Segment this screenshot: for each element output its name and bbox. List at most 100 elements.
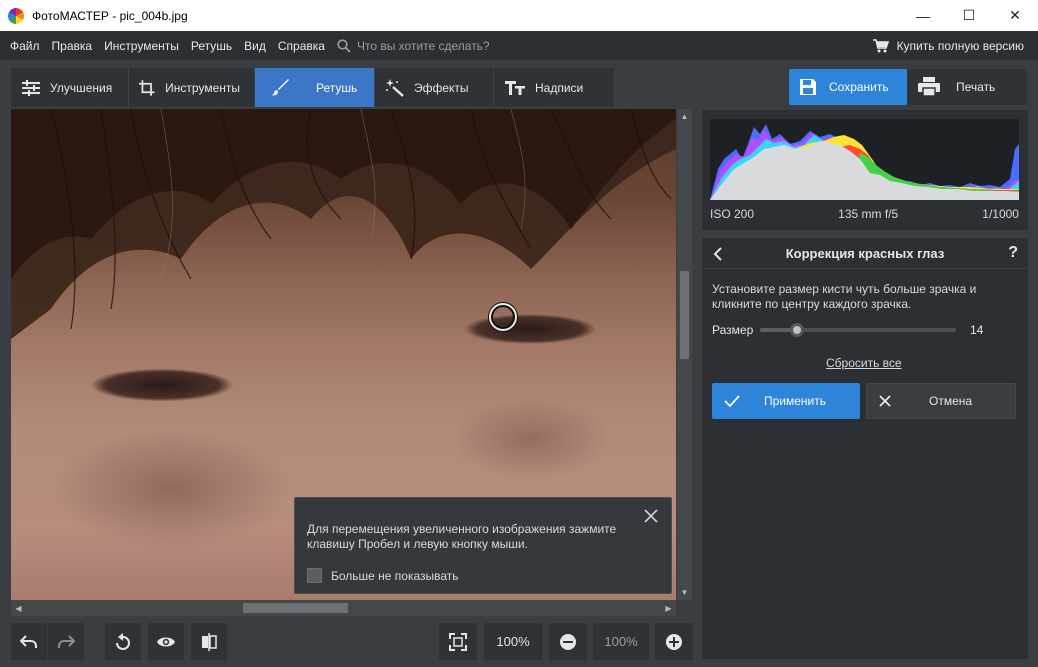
horizontal-scroll-thumb[interactable] [243, 603, 348, 613]
undo-icon [20, 634, 37, 648]
shutter-value: 1/1000 [982, 207, 1019, 221]
horizontal-scrollbar[interactable]: ◀ ▶ [11, 600, 676, 616]
title-bar: ФотоМАСТЕР - pic_004b.jpg — ☐ ✕ [0, 0, 1038, 31]
close-icon [879, 395, 891, 407]
scroll-left-icon[interactable]: ◀ [11, 600, 26, 616]
main-tabs: Улучшения Инструменты Ретушь Эффекты Над… [11, 68, 615, 107]
compare-button[interactable] [191, 623, 227, 660]
search-placeholder: Что вы хотите сделать? [356, 38, 490, 53]
tab-enhancements[interactable]: Улучшения [11, 68, 129, 107]
tab-tools[interactable]: Инструменты [129, 68, 255, 107]
vertical-scrollbar[interactable]: ▲ ▼ [677, 109, 692, 600]
vertical-scroll-thumb[interactable] [680, 271, 689, 359]
histogram-graph [710, 119, 1019, 200]
iso-value: ISO 200 [710, 207, 755, 221]
hint-text: Для перемещения увеличенного изображения… [307, 522, 617, 551]
tab-retouch[interactable]: Ретушь [255, 68, 375, 107]
menu-file[interactable]: Файл [4, 39, 46, 53]
brush-cursor [489, 303, 517, 331]
search-icon [337, 38, 351, 53]
exif-info: ISO 200 135 mm f/5 1/1000 [710, 207, 1019, 221]
buy-full-version-link[interactable]: Купить полную версию [872, 31, 1024, 60]
dont-show-again-checkbox[interactable]: Больше не показывать [307, 568, 459, 583]
size-label: Размер [712, 323, 754, 337]
crop-icon [139, 79, 155, 96]
redo-icon [58, 634, 75, 648]
menu-help[interactable]: Справка [272, 39, 331, 53]
compare-icon [202, 632, 217, 651]
window-title: ФотоМАСТЕР - pic_004b.jpg [32, 8, 188, 23]
cancel-button[interactable]: Отмена [866, 383, 1016, 419]
histogram-panel: ISO 200 135 mm f/5 1/1000 [702, 110, 1028, 230]
reset-all-link[interactable]: Сбросить все [826, 356, 902, 370]
fit-to-screen-button[interactable] [439, 623, 477, 660]
plus-circle-icon [666, 633, 682, 650]
close-button[interactable]: ✕ [992, 0, 1038, 31]
text-icon [505, 80, 525, 95]
red-eye-panel: Коррекция красных глаз ? Установите разм… [702, 238, 1028, 659]
brush-size-slider[interactable] [760, 323, 956, 337]
sliders-icon [22, 79, 40, 96]
zoom-level-field[interactable]: 100% [593, 623, 649, 660]
eye-icon [157, 637, 175, 646]
menu-tools[interactable]: Инструменты [98, 39, 185, 53]
zoom-out-button[interactable] [549, 623, 587, 660]
undo-button[interactable] [11, 623, 47, 660]
menu-search[interactable]: Что вы хотите сделать? [337, 39, 490, 53]
actual-size-button[interactable]: 100% [484, 623, 542, 660]
tab-effects[interactable]: Эффекты [375, 68, 494, 107]
buy-label: Купить полную версию [896, 38, 1024, 53]
zoom-in-button[interactable] [655, 623, 693, 660]
apply-label: Применить [764, 394, 827, 408]
floppy-disk-icon [800, 79, 816, 95]
scroll-right-icon[interactable]: ▶ [661, 600, 676, 616]
brush-size-row: Размер 14 [712, 322, 1012, 338]
hint-popup: Для перемещения увеличенного изображения… [294, 497, 672, 594]
tab-label: Ретушь [316, 80, 358, 95]
menu-retouch[interactable]: Ретушь [185, 39, 238, 53]
scroll-down-icon[interactable]: ▼ [677, 585, 692, 600]
save-button[interactable]: Сохранить [789, 69, 907, 105]
rotate-icon [116, 632, 130, 650]
tab-label: Инструменты [165, 80, 240, 95]
preview-button[interactable] [148, 623, 184, 660]
menu-bar: Файл Правка Инструменты Ретушь Вид Справ… [0, 31, 1038, 60]
window-controls: — ☐ ✕ [900, 0, 1038, 31]
panel-description: Установите размер кисти чуть больше зрач… [712, 282, 977, 311]
lens-value: 135 mm f/5 [838, 207, 899, 221]
save-label: Сохранить [829, 80, 889, 94]
cancel-label: Отмена [929, 394, 973, 408]
fit-screen-icon [449, 632, 467, 651]
printer-icon [918, 77, 940, 97]
scroll-up-icon[interactable]: ▲ [677, 109, 692, 124]
minimize-button[interactable]: — [900, 0, 946, 31]
help-button[interactable]: ? [1008, 244, 1018, 262]
checkbox-label: Больше не показывать [331, 568, 459, 583]
menu-edit[interactable]: Правка [46, 39, 99, 53]
tab-label: Улучшения [50, 80, 113, 95]
magic-wand-icon [386, 78, 404, 97]
tab-label: Эффекты [414, 80, 469, 95]
minus-circle-icon [560, 633, 576, 650]
close-icon[interactable] [643, 508, 659, 524]
photo-right-eye [435, 295, 625, 359]
check-icon [724, 395, 740, 407]
app-logo-icon [8, 7, 24, 24]
cart-icon [872, 38, 889, 52]
redo-button[interactable] [48, 623, 84, 660]
apply-button[interactable]: Применить [712, 383, 860, 419]
maximize-button[interactable]: ☐ [946, 0, 992, 31]
photo-left-eye [67, 345, 257, 415]
panel-header: Коррекция красных глаз ? [702, 238, 1028, 269]
size-value: 14 [970, 323, 984, 337]
brush-icon [271, 78, 289, 95]
tab-text[interactable]: Надписи [494, 68, 615, 107]
slider-handle[interactable] [790, 323, 804, 337]
menu-view[interactable]: Вид [238, 39, 272, 53]
print-button[interactable]: Печать [908, 69, 1027, 105]
print-label: Печать [956, 80, 996, 94]
reset-rotation-button[interactable] [105, 623, 141, 660]
panel-title: Коррекция красных глаз [785, 245, 945, 261]
tab-label: Надписи [535, 80, 584, 95]
checkbox-box[interactable] [307, 568, 322, 583]
